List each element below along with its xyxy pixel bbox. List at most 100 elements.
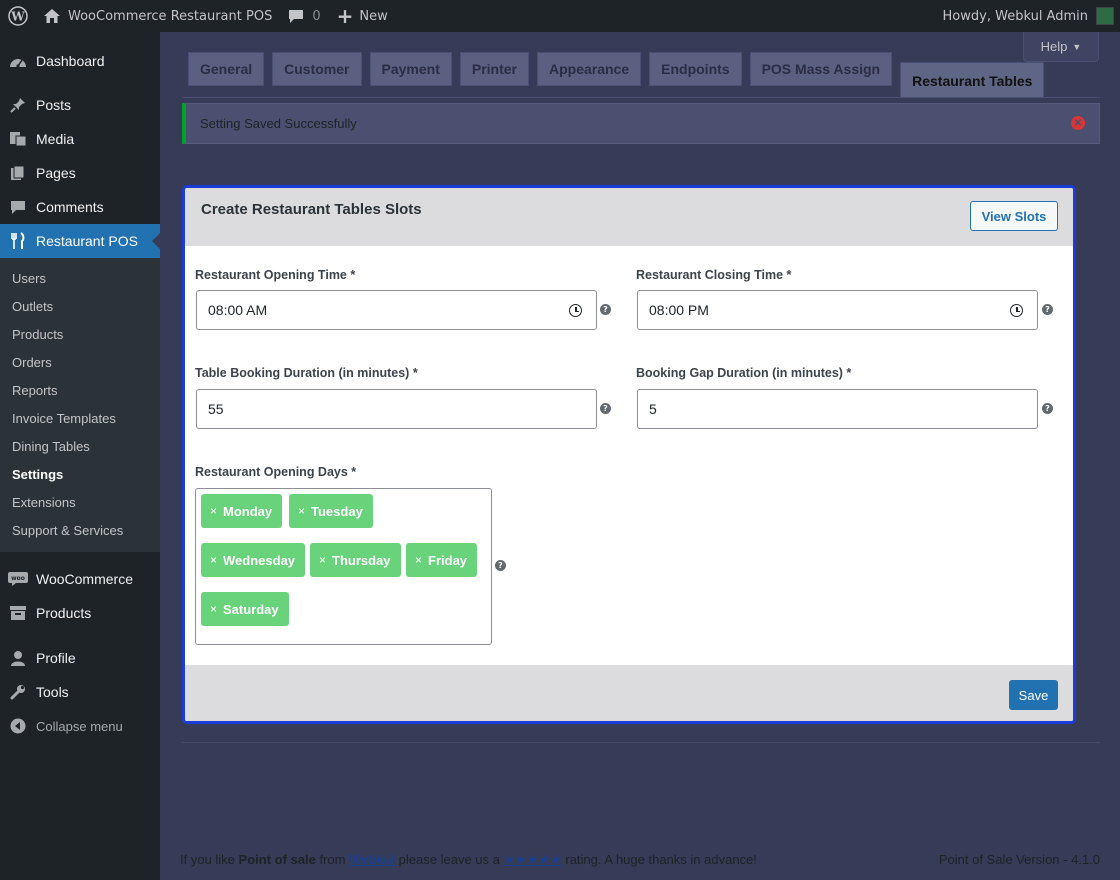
my-account-link[interactable]: Howdy, Webkul Admin	[935, 0, 1120, 32]
view-slots-button[interactable]: View Slots	[970, 201, 1058, 231]
card-title: Create Restaurant Tables Slots	[201, 200, 422, 218]
remove-icon[interactable]: ×	[210, 553, 217, 567]
clock-icon[interactable]	[569, 304, 582, 317]
menu-label: Profile	[36, 650, 76, 666]
tab-general[interactable]: General	[188, 52, 265, 86]
tab-customer[interactable]: Customer	[272, 52, 362, 86]
settings-tabs: General Customer Payment Printer Appeara…	[188, 52, 1045, 98]
day-chip-saturday[interactable]: × Saturday	[201, 592, 289, 626]
menu-item-media[interactable]: Media	[0, 122, 160, 156]
admin-sidebar: Dashboard Posts Media Pages Comments Res…	[0, 32, 160, 880]
opening-time-value: 08:00 AM	[208, 302, 268, 318]
menu-item-profile[interactable]: Profile	[0, 641, 160, 675]
closing-time-value: 08:00 PM	[649, 302, 709, 318]
remove-icon[interactable]: ×	[415, 553, 422, 567]
day-chip-wednesday[interactable]: × Wednesday	[201, 543, 306, 577]
main-content: Help ▼ General Customer Payment Printer …	[160, 32, 1120, 880]
chip-label: Friday	[428, 552, 468, 568]
tab-printer[interactable]: Printer	[459, 52, 529, 86]
plus-icon: +	[336, 4, 354, 28]
webkul-link[interactable]: Webkul	[349, 852, 395, 867]
help-tip-icon[interactable]: ?	[600, 304, 611, 315]
restaurant-pos-submenu: Users Outlets Products Orders Reports In…	[0, 258, 160, 552]
remove-icon[interactable]: ×	[210, 504, 217, 518]
menu-item-comments[interactable]: Comments	[0, 190, 160, 224]
close-icon[interactable]: ✕	[1071, 116, 1085, 130]
menu-item-tools[interactable]: Tools	[0, 675, 160, 709]
help-tip-icon[interactable]: ?	[600, 403, 611, 414]
opening-time-input[interactable]: 08:00 AM	[196, 290, 597, 330]
submenu-item-extensions[interactable]: Extensions	[0, 488, 160, 516]
save-button[interactable]: Save	[1009, 680, 1058, 710]
collapse-arrow-icon	[8, 716, 28, 736]
footer-text: If you like	[180, 852, 239, 867]
svg-text:W: W	[10, 10, 25, 24]
submenu-item-outlets[interactable]: Outlets	[0, 292, 160, 320]
media-icon	[8, 129, 28, 149]
comments-count: 0	[312, 8, 321, 24]
site-name: WooCommerce Restaurant POS	[68, 8, 273, 24]
tab-endpoints[interactable]: Endpoints	[649, 52, 742, 86]
submenu-item-settings[interactable]: Settings	[0, 460, 160, 488]
menu-label: Collapse menu	[36, 718, 123, 734]
remove-icon[interactable]: ×	[319, 553, 326, 567]
help-tip-icon[interactable]: ?	[1042, 403, 1053, 414]
booking-duration-input[interactable]: 55	[196, 389, 597, 429]
tabs-divider	[182, 97, 1100, 98]
success-notice: Setting Saved Successfully ✕	[182, 103, 1100, 144]
tab-payment[interactable]: Payment	[369, 52, 452, 86]
closing-time-input[interactable]: 08:00 PM	[637, 290, 1038, 330]
submenu-item-dining-tables[interactable]: Dining Tables	[0, 432, 160, 460]
comments-icon	[8, 197, 28, 217]
utensils-icon	[8, 231, 28, 251]
rating-stars-link[interactable]: ★★★★★	[503, 852, 561, 867]
version-text: Point of Sale Version - 4.1.0	[938, 852, 1100, 867]
opening-time-label: Restaurant Opening Time *	[195, 268, 356, 282]
remove-icon[interactable]: ×	[298, 504, 305, 518]
booking-duration-value: 55	[208, 401, 224, 417]
card-header: Create Restaurant Tables Slots View Slot…	[185, 188, 1073, 246]
tab-pos-mass-assign[interactable]: POS Mass Assign	[749, 52, 893, 86]
archive-icon	[8, 603, 28, 623]
submenu-item-reports[interactable]: Reports	[0, 376, 160, 404]
chip-label: Wednesday	[223, 552, 296, 568]
menu-item-woocommerce[interactable]: woo WooCommerce	[0, 562, 160, 596]
opening-days-label: Restaurant Opening Days *	[195, 465, 357, 479]
site-name-link[interactable]: WooCommerce Restaurant POS	[36, 0, 280, 32]
menu-item-products[interactable]: Products	[0, 596, 160, 630]
divider	[182, 742, 1100, 743]
comments-link[interactable]: 0	[280, 0, 328, 32]
pin-icon	[8, 95, 28, 115]
submenu-item-products[interactable]: Products	[0, 320, 160, 348]
submenu-item-invoice-templates[interactable]: Invoice Templates	[0, 404, 160, 432]
clock-icon[interactable]	[1010, 304, 1023, 317]
menu-label: Pages	[36, 165, 76, 181]
menu-item-pages[interactable]: Pages	[0, 156, 160, 190]
avatar	[1096, 7, 1114, 25]
submenu-item-orders[interactable]: Orders	[0, 348, 160, 376]
opening-days-select[interactable]: × Monday × Tuesday × Wednesday × Thursday × F…	[195, 488, 492, 645]
create-slots-card: Create Restaurant Tables Slots View Slot…	[182, 185, 1076, 724]
menu-item-dashboard[interactable]: Dashboard	[0, 44, 160, 78]
menu-label: WooCommerce	[36, 571, 133, 587]
wordpress-logo-icon[interactable]: W	[0, 0, 36, 32]
footer-text: rating. A huge thanks in advance!	[561, 852, 757, 867]
new-content-link[interactable]: + New	[329, 0, 396, 32]
menu-label: Comments	[36, 199, 104, 215]
remove-icon[interactable]: ×	[210, 602, 217, 616]
menu-item-posts[interactable]: Posts	[0, 88, 160, 122]
help-tip-icon[interactable]: ?	[495, 560, 506, 571]
day-chip-monday[interactable]: × Monday	[201, 494, 283, 528]
menu-item-restaurant-pos[interactable]: Restaurant POS	[0, 224, 160, 258]
tab-appearance[interactable]: Appearance	[536, 52, 642, 86]
submenu-item-users[interactable]: Users	[0, 264, 160, 292]
collapse-menu-button[interactable]: Collapse menu	[0, 709, 160, 743]
tab-restaurant-tables[interactable]: Restaurant Tables	[900, 62, 1045, 98]
day-chip-tuesday[interactable]: × Tuesday	[289, 494, 373, 528]
new-label: New	[359, 8, 388, 24]
day-chip-thursday[interactable]: × Thursday	[310, 543, 401, 577]
submenu-item-support[interactable]: Support & Services	[0, 516, 160, 544]
gap-duration-input[interactable]: 5	[637, 389, 1038, 429]
day-chip-friday[interactable]: × Friday	[406, 543, 478, 577]
help-tip-icon[interactable]: ?	[1042, 304, 1053, 315]
